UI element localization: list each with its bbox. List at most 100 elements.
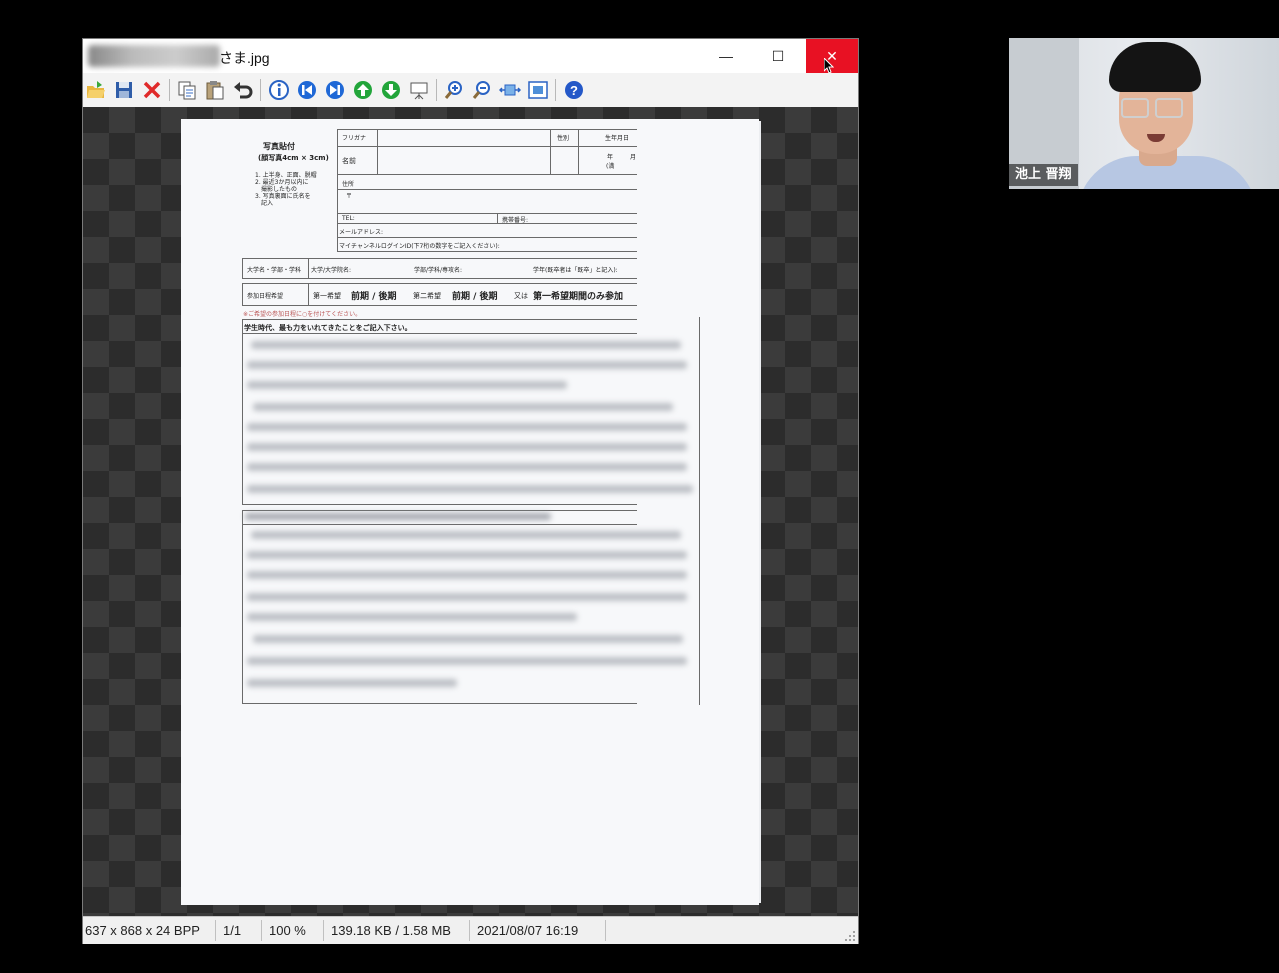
redacted-text xyxy=(247,443,687,451)
glasses-lens xyxy=(1155,98,1183,118)
table-line xyxy=(337,223,637,224)
delete-icon[interactable] xyxy=(141,79,163,101)
toolbar-separator xyxy=(436,79,437,101)
slideshow-icon[interactable] xyxy=(408,79,430,101)
redacted-text xyxy=(247,551,687,559)
open-icon[interactable] xyxy=(85,79,107,101)
table-line xyxy=(308,283,309,305)
university-label: 大学/大学院名: xyxy=(311,267,352,274)
table-line xyxy=(337,146,637,147)
title-bar[interactable]: さま.jpg — ☐ ✕ xyxy=(83,39,858,74)
table-line xyxy=(242,333,637,334)
paste-icon[interactable] xyxy=(204,79,226,101)
participant-hair xyxy=(1109,42,1201,92)
name-label: 名前 xyxy=(342,157,356,165)
maximize-button[interactable]: ☐ xyxy=(752,39,804,73)
status-separator xyxy=(469,920,470,941)
previous-icon[interactable] xyxy=(352,79,374,101)
zoom-out-icon[interactable] xyxy=(471,79,493,101)
save-icon[interactable] xyxy=(113,79,135,101)
zoom-level: 100 % xyxy=(269,923,306,938)
mobile-label: 携帯番号: xyxy=(502,217,529,224)
status-separator xyxy=(261,920,262,941)
age-label: (満 xyxy=(606,163,615,170)
svg-text:?: ? xyxy=(570,83,578,98)
undo-icon[interactable] xyxy=(232,79,254,101)
status-bar: 637 x 868 x 24 BPP 1/1 100 % 139.18 KB /… xyxy=(83,916,858,944)
image-viewer-window: さま.jpg — ☐ ✕ ? 写真貼付 (顔写真4cm × 3cm) 1. 上半… xyxy=(82,38,859,944)
school-label: 大学名・学部・学科 xyxy=(247,267,302,274)
status-separator xyxy=(605,920,606,941)
table-line xyxy=(242,258,637,259)
photo-title: 写真貼付 xyxy=(263,142,295,151)
first-image-icon[interactable] xyxy=(296,79,318,101)
mynavi-label: マイチャンネルログインID(下7桁の数字をご記入ください): xyxy=(339,243,500,250)
faculty-label: 学部/学科/専攻名: xyxy=(414,267,463,274)
glasses-lens xyxy=(1121,98,1149,118)
scanned-application-form: 写真貼付 (顔写真4cm × 3cm) 1. 上半身、正面、脱帽 2. 最近3か… xyxy=(181,119,759,905)
redacted-text xyxy=(247,593,687,601)
copy-icon[interactable] xyxy=(176,79,198,101)
table-line xyxy=(242,510,637,511)
table-line xyxy=(337,213,637,214)
mouse-cursor-icon xyxy=(824,58,834,74)
help-icon[interactable]: ? xyxy=(563,79,585,101)
last-image-icon[interactable] xyxy=(324,79,346,101)
fit-width-icon[interactable] xyxy=(499,79,521,101)
participation-label: 参加日程希望 xyxy=(247,293,284,300)
birth-label: 生年月日 xyxy=(605,135,630,142)
redacted-filename xyxy=(88,45,220,67)
image-canvas[interactable]: 写真貼付 (顔写真4cm × 3cm) 1. 上半身、正面、脱帽 2. 最近3か… xyxy=(83,107,858,916)
redacted-text xyxy=(251,341,681,349)
gender-label: 性別 xyxy=(557,135,570,142)
table-line xyxy=(550,129,551,174)
participant-video[interactable]: 池上 晋翔 xyxy=(1009,38,1279,189)
email-label: メールアドレス: xyxy=(339,229,384,236)
next-icon[interactable] xyxy=(380,79,402,101)
fit-window-icon[interactable] xyxy=(527,79,549,101)
table-line xyxy=(242,283,243,305)
table-line xyxy=(242,510,243,703)
info-icon[interactable] xyxy=(268,79,290,101)
table-line xyxy=(242,305,637,306)
table-line xyxy=(337,251,637,252)
address-label: 住所 xyxy=(342,181,355,188)
participant-name: 池上 晋翔 xyxy=(1009,164,1078,186)
postal-label: 〒 xyxy=(346,193,353,200)
second-choice-label: 第二希望 xyxy=(413,292,441,300)
toolbar-separator xyxy=(555,79,556,101)
table-line xyxy=(242,524,637,525)
table-line xyxy=(578,129,579,174)
table-line xyxy=(337,129,338,251)
table-line xyxy=(242,703,637,704)
window-title: さま.jpg xyxy=(219,50,270,66)
table-line xyxy=(337,189,637,190)
file-size: 139.18 KB / 1.58 MB xyxy=(331,923,451,938)
only-first-choice: 第一希望期間のみ参加 xyxy=(533,292,624,302)
zoom-in-icon[interactable] xyxy=(443,79,465,101)
table-line xyxy=(308,258,309,278)
year-label: 年 xyxy=(607,154,614,161)
month-label: 月 xyxy=(630,154,637,161)
minimize-button[interactable]: — xyxy=(700,39,752,73)
table-line xyxy=(337,174,637,175)
image-dimensions: 637 x 868 x 24 BPP xyxy=(85,923,200,938)
table-line xyxy=(497,213,498,223)
resize-grip-icon[interactable] xyxy=(845,931,856,942)
table-line xyxy=(242,258,243,278)
redacted-text xyxy=(253,403,673,411)
grade-label: 学年(既卒者は「既卒」と記入): xyxy=(533,267,618,274)
table-line xyxy=(242,283,637,284)
first-choice-label: 第一希望 xyxy=(313,292,341,300)
redacted-text xyxy=(247,657,687,665)
redacted-text xyxy=(247,613,577,621)
redacted-text xyxy=(247,485,693,493)
status-separator xyxy=(215,920,216,941)
photo-note: 記入 xyxy=(261,200,274,207)
table-line xyxy=(337,237,637,238)
table-line xyxy=(242,319,243,504)
redacted-text xyxy=(247,361,687,369)
status-separator xyxy=(323,920,324,941)
tel-label: TEL: xyxy=(342,215,355,222)
redacted-text xyxy=(247,381,567,389)
